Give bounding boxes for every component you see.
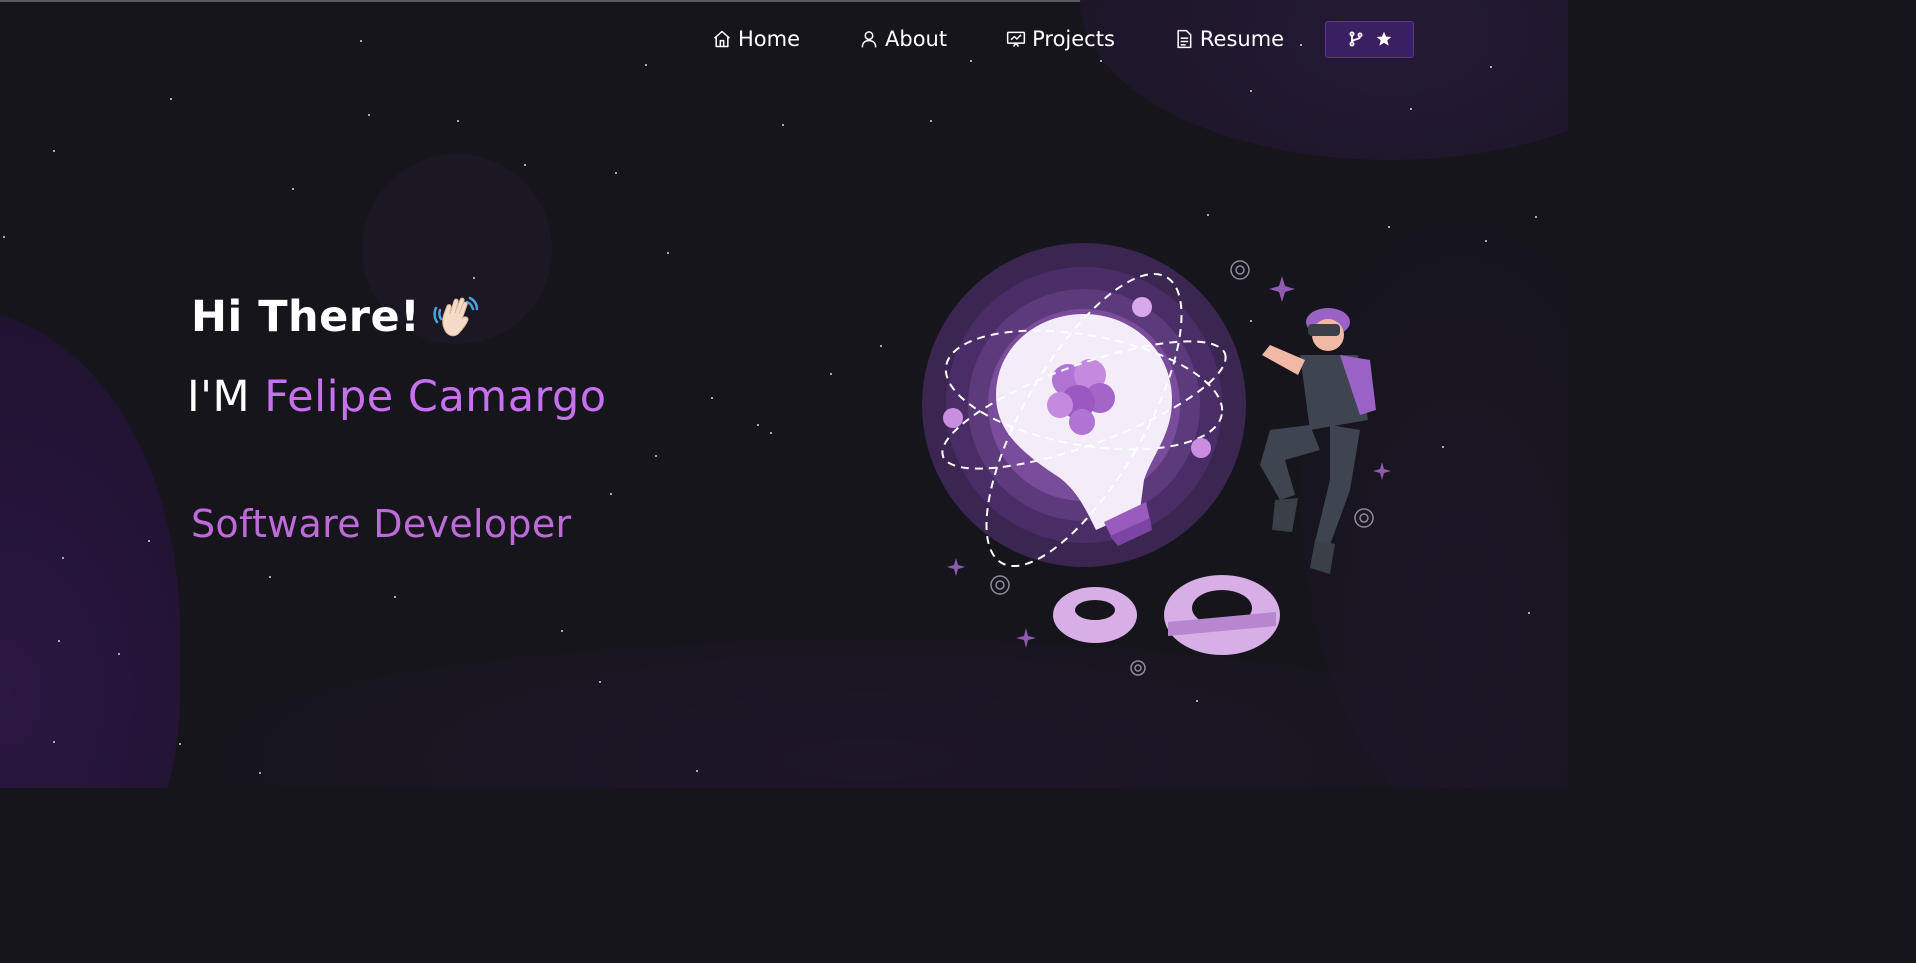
star [368,114,370,116]
nav-resume-label: Resume [1199,27,1285,51]
home-icon [714,30,730,48]
star-icon [1376,31,1391,46]
github-fork-star-button[interactable] [1325,20,1415,58]
star [830,373,832,375]
star [58,640,60,642]
fork-icon [1349,31,1363,47]
star [1485,240,1487,242]
star [561,630,563,632]
star [711,397,713,399]
star [770,432,772,434]
star [269,576,271,578]
document-icon [1177,29,1192,49]
vr-person [1260,308,1376,574]
star [1490,66,1492,68]
waving-hand-icon [433,296,479,337]
background-blob-left [0,310,180,788]
star [53,741,55,743]
star [1250,90,1252,92]
nav-about-label: About [885,27,948,51]
star [148,540,150,542]
star [292,188,294,190]
star [1100,60,1102,62]
star [259,772,261,774]
star [655,455,657,457]
star [360,40,362,42]
greeting-text: Hi There! [191,292,421,342]
star [1410,108,1412,110]
star [645,64,647,66]
star [1207,214,1209,216]
star [599,681,601,683]
star [473,277,475,279]
star [394,596,396,598]
intro-prefix: I'M [187,372,251,422]
user-icon [861,31,877,48]
star [62,557,64,559]
star [1196,700,1198,702]
nav-about[interactable]: About [859,27,947,51]
nav-home[interactable]: Home [712,27,800,51]
nav-projects-label: Projects [1032,27,1115,51]
gear-small [1053,587,1137,643]
star [667,252,669,254]
star [524,164,526,166]
star [615,172,617,174]
star [782,124,784,126]
star [1442,446,1444,448]
hero-name: Felipe Camargo [264,372,607,422]
nav-home-label: Home [738,27,801,51]
star [179,743,181,745]
projects-icon [1007,31,1026,47]
star [1535,216,1537,218]
star [610,493,612,495]
star [970,60,972,62]
gear-large [1164,575,1280,655]
nav-resume[interactable]: Resume [1174,27,1284,51]
hero-role: Software Developer [191,502,572,546]
star [118,653,120,655]
star [53,150,55,152]
nav-projects[interactable]: Projects [1006,27,1115,51]
star [757,424,759,426]
star [880,345,882,347]
star [457,120,459,122]
navbar: Home About Projects Resume [712,20,1415,58]
star [3,236,5,238]
star [1388,226,1390,228]
hero-intro: I'M Felipe Camargo [187,372,607,422]
star [930,120,932,122]
star [170,98,172,100]
hero-greeting: Hi There! [191,292,480,342]
star [1528,612,1530,614]
hero-illustration [922,243,1391,676]
star [696,770,698,772]
